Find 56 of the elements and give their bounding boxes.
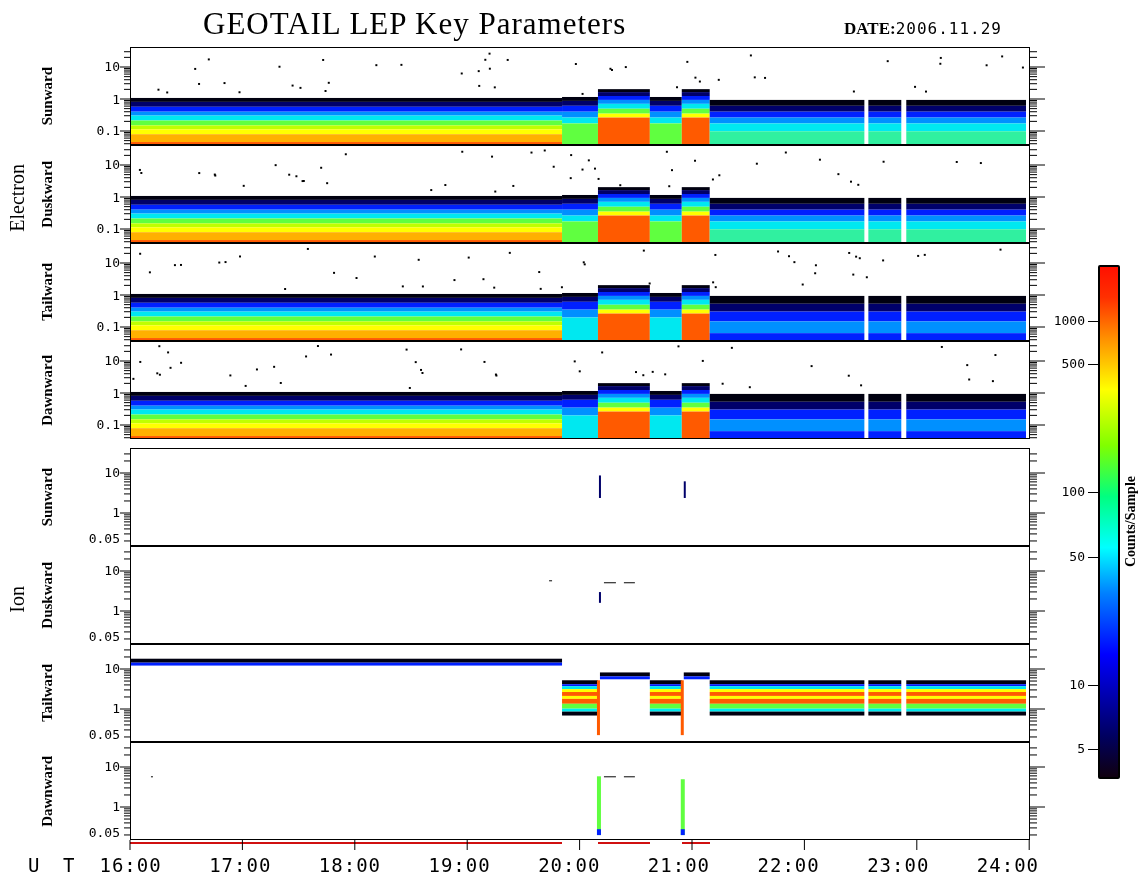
tick-label: 100 bbox=[1061, 485, 1085, 499]
status-line bbox=[597, 842, 651, 844]
chart-title: GEOTAIL LEP Key Parameters bbox=[203, 5, 627, 42]
tick-label: 1000 bbox=[1053, 314, 1085, 328]
tick-label: 21:00 bbox=[646, 854, 712, 876]
tick-label: 10 bbox=[104, 354, 120, 368]
tick-label: 18:00 bbox=[317, 854, 382, 876]
panel-label: Dawnward bbox=[39, 354, 56, 426]
tick-label: 1 bbox=[112, 702, 120, 716]
tick-label: 22:00 bbox=[756, 854, 821, 876]
tick-label: 1 bbox=[112, 289, 120, 303]
panel-label: Sunward bbox=[39, 467, 56, 527]
panel-label: Duskward bbox=[39, 561, 56, 629]
panel-label: Tailward bbox=[39, 664, 56, 722]
tick-label: 10 bbox=[104, 760, 120, 774]
tick-label: 10 bbox=[104, 158, 120, 172]
tick-label: 1 bbox=[112, 387, 120, 401]
tick-label: 10 bbox=[104, 256, 120, 270]
tick-label: 50 bbox=[1069, 550, 1085, 564]
tick-label: 0.05 bbox=[88, 728, 120, 742]
tick-label: 24:00 bbox=[975, 854, 1041, 876]
group-label: Ion bbox=[6, 585, 29, 613]
tick-label: 1 bbox=[112, 800, 120, 814]
tick-label: 10 bbox=[104, 662, 120, 676]
tick-label: 5 bbox=[1077, 742, 1085, 756]
tick-label: 0.05 bbox=[88, 532, 120, 546]
panel-label: Duskward bbox=[39, 160, 56, 228]
tick-label: 1 bbox=[112, 191, 120, 205]
tick-label: 0.1 bbox=[96, 222, 120, 236]
tick-label: 10 bbox=[104, 564, 120, 578]
axis-label: U T bbox=[27, 854, 82, 876]
tick-label: 16:00 bbox=[98, 854, 163, 876]
tick-label: 10 bbox=[104, 60, 120, 74]
panel-label: Tailward bbox=[39, 263, 56, 321]
group-label: Electron bbox=[6, 164, 29, 232]
date-label: DATE: bbox=[844, 18, 896, 39]
tick-label: 500 bbox=[1061, 357, 1085, 371]
tick-label: 20:00 bbox=[537, 854, 602, 876]
tick-label: 10 bbox=[1069, 678, 1085, 692]
tick-label: 10 bbox=[104, 466, 120, 480]
date-value: 2006.11.29 bbox=[895, 18, 1002, 38]
panel-label: Dawnward bbox=[39, 755, 56, 827]
status-line bbox=[681, 842, 711, 844]
tick-label: 0.05 bbox=[88, 826, 120, 840]
tick-label: 1 bbox=[112, 506, 120, 520]
tick-label: 0.1 bbox=[96, 124, 120, 138]
colorbar-title: Counts/Sample bbox=[1123, 476, 1139, 568]
tick-label: 0.1 bbox=[96, 418, 120, 432]
tick-label: 1 bbox=[112, 604, 120, 618]
panel-label: Sunward bbox=[39, 66, 56, 126]
tick-label: 0.1 bbox=[96, 320, 120, 334]
tick-label: 19:00 bbox=[427, 854, 492, 876]
tick-label: 1 bbox=[112, 93, 120, 107]
tick-label: 0.05 bbox=[88, 630, 120, 644]
tick-label: 17:00 bbox=[208, 854, 273, 876]
tick-label: 23:00 bbox=[866, 854, 931, 876]
